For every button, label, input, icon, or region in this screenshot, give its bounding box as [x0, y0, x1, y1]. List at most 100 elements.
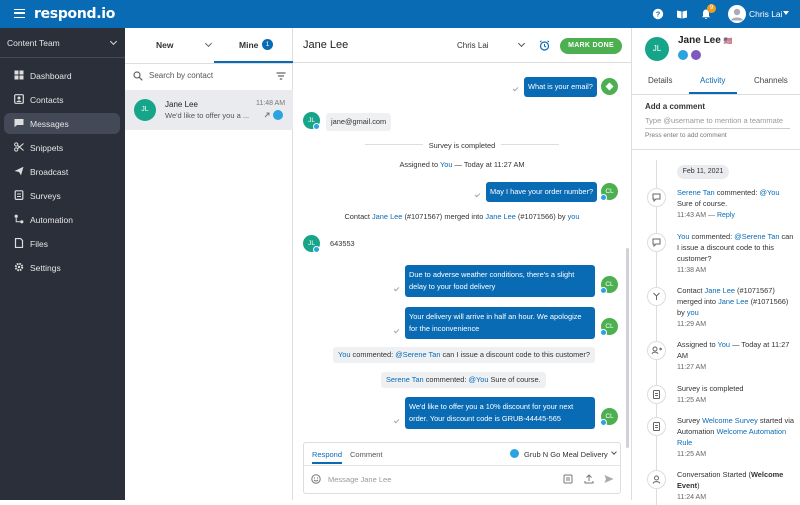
top-bar: respond.io ? 9 Chris Lai [0, 0, 800, 28]
user-menu-caret-icon[interactable] [783, 11, 789, 15]
tab-respond[interactable]: Respond [312, 450, 342, 459]
reply-link[interactable]: Reply [717, 212, 735, 219]
reply-icon [264, 112, 270, 118]
activity-item: Serene Tan commented: @You Sure of cours… [677, 188, 780, 219]
add-comment-heading: Add a comment [645, 102, 706, 111]
active-tab-indicator [689, 92, 737, 94]
message-bubble: jane@gmail.com [326, 113, 392, 131]
tab-details[interactable]: Details [648, 76, 672, 85]
active-tab-indicator [312, 462, 342, 464]
delivered-icon [474, 191, 481, 198]
telegram-icon [678, 50, 688, 60]
comment-input[interactable]: Type @username to mention a teammate [645, 116, 783, 125]
chevron-down-icon[interactable] [517, 39, 526, 48]
snippet-icon[interactable] [563, 474, 573, 484]
send-icon[interactable] [604, 474, 614, 484]
activity-item: Assigned to You — Today at 11:27 AM 11:2… [677, 340, 790, 371]
sidebar-item-label: Broadcast [30, 167, 69, 177]
snooze-clock-icon[interactable] [539, 40, 550, 51]
broadcast-icon [14, 166, 24, 176]
delivered-icon [393, 285, 400, 292]
conversation-list-panel: New Mine 1 Search by contact JL Jane Lee… [125, 28, 293, 500]
sidebar: Content Team Dashboard Contacts Messages… [0, 28, 125, 500]
divider [365, 144, 423, 145]
contact-panel: JL Jane Lee 🇺🇸 Details Activity Channels… [631, 28, 800, 505]
sidebar-item-automation[interactable]: Automation [4, 209, 120, 230]
activity-item: Contact Jane Lee (#1071567) merged into … [677, 286, 789, 328]
tab-comment[interactable]: Comment [350, 450, 383, 459]
merge-icon [647, 287, 666, 306]
filter-icon[interactable] [276, 72, 286, 80]
telegram-icon [600, 287, 607, 294]
mark-done-button[interactable]: MARK DONE [560, 38, 622, 54]
sidebar-item-surveys[interactable]: Surveys [4, 185, 120, 206]
sidebar-item-label: Messages [30, 119, 69, 129]
activity-item: Conversation Started (Welcome Event) 11:… [677, 470, 784, 501]
sidebar-item-contacts[interactable]: Contacts [4, 89, 120, 110]
messages-icon [14, 119, 24, 128]
delivered-icon [393, 417, 400, 424]
upload-icon[interactable] [584, 474, 594, 484]
help-icon[interactable]: ? [652, 8, 664, 20]
activity-item: Survey Welcome Survey started via Automa… [677, 416, 794, 458]
chat-panel: Jane Lee Chris Lai MARK DONE What is you… [293, 28, 631, 500]
survey-icon [647, 385, 666, 404]
notification-badge: 9 [707, 4, 716, 13]
message-bubble: We'd like to offer you a 10% discount fo… [405, 397, 595, 429]
message-input[interactable]: Message Jane Lee [328, 475, 391, 484]
user-name[interactable]: Chris Lai [749, 9, 783, 19]
comment-chip: You commented: @Serene Tan can I issue a… [333, 347, 595, 363]
contact-name: Jane Lee 🇺🇸 [678, 35, 733, 46]
system-message: Contact Jane Lee (#1071567) merged into … [344, 212, 580, 221]
sidebar-item-label: Dashboard [30, 71, 72, 81]
svg-text:?: ? [656, 10, 661, 19]
list-item[interactable]: JL Jane Lee 11:48 AM We'd like to offer … [125, 90, 293, 130]
search-icon [133, 71, 143, 81]
conversation-name: Jane Lee [165, 100, 198, 109]
mine-count-badge: 1 [262, 39, 273, 50]
chevron-down-icon[interactable] [204, 39, 213, 48]
divider [632, 94, 800, 95]
channel-select[interactable]: Grub N Go Meal Delivery [524, 450, 608, 459]
automation-icon [14, 214, 24, 224]
sidebar-item-messages[interactable]: Messages [4, 113, 120, 134]
user-avatar[interactable] [728, 5, 746, 23]
workspace-name: Content Team [7, 38, 60, 48]
telegram-icon [600, 194, 607, 201]
active-tab-indicator [214, 61, 293, 63]
divider [501, 144, 559, 145]
tab-new[interactable]: New [156, 40, 173, 50]
survey-bot-icon [605, 82, 614, 91]
search-input[interactable]: Search by contact [149, 71, 213, 80]
sidebar-item-dashboard[interactable]: Dashboard [4, 65, 120, 86]
logo: respond.io [34, 6, 116, 22]
conversation-preview: We'd like to offer you a ... [165, 111, 250, 120]
survey-icon [647, 417, 666, 436]
dashboard-icon [14, 70, 24, 80]
snippets-icon [14, 142, 24, 152]
tab-activity[interactable]: Activity [700, 76, 725, 85]
telegram-icon [313, 123, 320, 130]
date-chip: Feb 11, 2021 [677, 165, 729, 179]
book-icon[interactable] [676, 8, 688, 20]
sidebar-item-broadcast[interactable]: Broadcast [4, 161, 120, 182]
tab-channels[interactable]: Channels [754, 76, 788, 85]
sidebar-item-label: Surveys [30, 191, 61, 201]
sidebar-item-snippets[interactable]: Snippets [4, 137, 120, 158]
workspace-selector[interactable]: Content Team [0, 28, 125, 58]
sidebar-item-settings[interactable]: Settings [4, 257, 120, 278]
surveys-icon [14, 190, 24, 200]
comment-chip: Serene Tan commented: @You Sure of cours… [381, 372, 546, 388]
chevron-down-icon[interactable] [611, 449, 617, 455]
menu-icon[interactable] [14, 9, 25, 18]
sidebar-item-label: Settings [30, 263, 61, 273]
activity-timeline: Feb 11, 2021 Serene Tan commented: @You … [632, 149, 800, 505]
message-bubble: Your delivery will arrive in half an hou… [405, 307, 595, 339]
tab-mine[interactable]: Mine [239, 40, 258, 50]
scrollbar[interactable] [626, 248, 629, 448]
activity-item: You commented: @Serene Tan can I issue a… [677, 232, 794, 274]
sidebar-item-files[interactable]: Files [4, 233, 120, 254]
assignee-select[interactable]: Chris Lai [457, 41, 489, 50]
sidebar-item-label: Automation [30, 215, 73, 225]
emoji-icon[interactable] [311, 474, 321, 484]
